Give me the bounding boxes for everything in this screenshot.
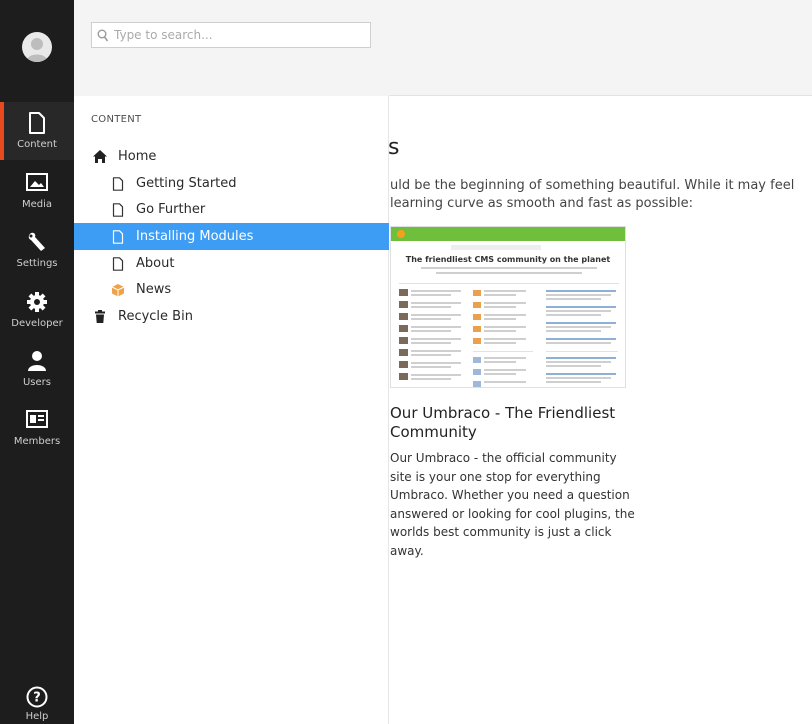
community-site-screenshot: The friendliest CMS community on the pla… bbox=[390, 226, 626, 388]
id-card-icon bbox=[26, 409, 48, 433]
search-box[interactable] bbox=[91, 22, 371, 48]
home-icon bbox=[92, 149, 108, 165]
tree-item-go-further[interactable]: Go Further bbox=[74, 196, 389, 223]
intro-text-line: learning curve as smooth and fast as pos… bbox=[390, 196, 694, 211]
tree-item-label: About bbox=[136, 256, 175, 271]
help-icon: ? bbox=[26, 686, 48, 708]
site-title: The friendliest CMS community on the pla… bbox=[405, 255, 611, 264]
user-icon bbox=[27, 350, 47, 374]
tree-item-getting-started[interactable]: Getting Started bbox=[74, 170, 389, 197]
search-input[interactable] bbox=[114, 26, 364, 44]
gear-icon bbox=[26, 291, 48, 315]
content-tree-panel: CONTENT Home Getting Started Go Further … bbox=[74, 0, 389, 724]
intro-text-line: uld be the beginning of something beauti… bbox=[390, 178, 795, 193]
section-label: Developer bbox=[11, 318, 63, 329]
app-section-bar: Content Media Settings Developer Users M… bbox=[0, 0, 74, 724]
search-icon bbox=[97, 28, 109, 47]
card-description: Our Umbraco - the official community sit… bbox=[390, 451, 635, 558]
page-icon bbox=[110, 229, 126, 245]
tree-item-label: Home bbox=[118, 149, 157, 164]
wrench-icon bbox=[26, 231, 48, 255]
tree-item-label: Recycle Bin bbox=[118, 309, 193, 324]
page-icon bbox=[110, 176, 126, 192]
section-developer[interactable]: Developer bbox=[0, 281, 74, 339]
section-label: Content bbox=[17, 139, 57, 150]
help-button[interactable]: ? Help bbox=[0, 686, 74, 724]
tree-section-title: CONTENT bbox=[91, 114, 142, 125]
site-logo bbox=[397, 230, 405, 238]
section-label: Media bbox=[21, 199, 53, 210]
tree-item-label: Go Further bbox=[136, 202, 206, 217]
svg-text:?: ? bbox=[33, 691, 41, 706]
site-nav-bar bbox=[391, 227, 625, 241]
image-icon bbox=[26, 172, 48, 196]
section-media[interactable]: Media bbox=[0, 162, 74, 220]
trash-icon bbox=[92, 309, 108, 325]
card-title[interactable]: Our Umbraco - The Friendliest Community bbox=[390, 404, 630, 442]
tree-item-label: News bbox=[136, 282, 172, 297]
tree-item-news[interactable]: News bbox=[74, 276, 389, 303]
page-icon bbox=[110, 202, 126, 218]
tree-item-recycle-bin[interactable]: Recycle Bin bbox=[74, 303, 389, 330]
editor-header bbox=[389, 0, 812, 96]
section-label: Members bbox=[13, 436, 61, 447]
document-icon bbox=[28, 112, 46, 136]
tree-item-about[interactable]: About bbox=[74, 250, 389, 277]
tree-item-installing-modules[interactable]: Installing Modules bbox=[74, 223, 389, 250]
section-users[interactable]: Users bbox=[0, 340, 74, 398]
box-icon bbox=[110, 282, 126, 298]
section-members[interactable]: Members bbox=[0, 399, 74, 457]
tree-item-home[interactable]: Home bbox=[74, 143, 389, 170]
tree-header bbox=[74, 0, 389, 96]
section-settings[interactable]: Settings bbox=[0, 221, 74, 279]
user-avatar[interactable] bbox=[22, 32, 52, 62]
page-icon bbox=[110, 256, 126, 272]
help-label: Help bbox=[25, 711, 49, 722]
section-label: Users bbox=[22, 377, 51, 388]
section-content[interactable]: Content bbox=[0, 102, 74, 160]
tree-item-label: Getting Started bbox=[136, 176, 237, 191]
page-heading-fragment: s bbox=[388, 135, 400, 160]
section-label: Settings bbox=[16, 258, 58, 269]
tree-item-label: Installing Modules bbox=[136, 229, 254, 244]
